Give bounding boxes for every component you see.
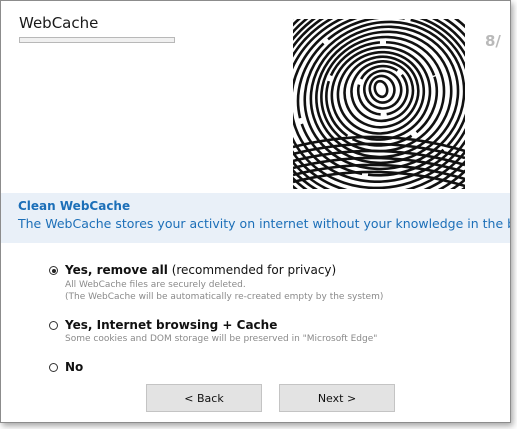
radio-browsing-cache[interactable] [49, 321, 58, 330]
option-label-rest: (recommended for privacy) [167, 263, 337, 277]
option-label: Yes, remove all (recommended for privacy… [65, 263, 336, 277]
fingerprint-ridge [368, 74, 396, 104]
option-label: No [65, 360, 83, 374]
option-label-bold: Yes, Internet browsing + Cache [65, 318, 278, 332]
next-button[interactable]: Next > [279, 384, 395, 412]
option-description: (The WebCache will be automatically re-c… [65, 292, 384, 302]
info-band: Clean WebCache The WebCache stores your … [1, 193, 510, 243]
section-description: The WebCache stores your activity on int… [18, 216, 510, 231]
option-description: All WebCache files are securely deleted. [65, 280, 246, 290]
section-title: Clean WebCache [18, 199, 131, 213]
back-button[interactable]: < Back [146, 384, 262, 412]
fingerprint-ridge [373, 79, 389, 99]
radio-no[interactable] [49, 363, 58, 372]
progress-bar [19, 37, 175, 43]
option-label: Yes, Internet browsing + Cache [65, 318, 277, 332]
option-label-bold: No [65, 360, 84, 374]
radio-remove-all[interactable] [49, 266, 58, 275]
option-description: Some cookies and DOM storage will be pre… [65, 334, 378, 344]
step-counter: 8/ [485, 32, 501, 50]
option-label-bold: Yes, remove all [65, 263, 168, 277]
fingerprint-icon [293, 19, 465, 189]
wizard-window: WebCache 8/ Clean WebCache The WebCache … [0, 0, 511, 423]
app-title: WebCache [19, 14, 99, 32]
